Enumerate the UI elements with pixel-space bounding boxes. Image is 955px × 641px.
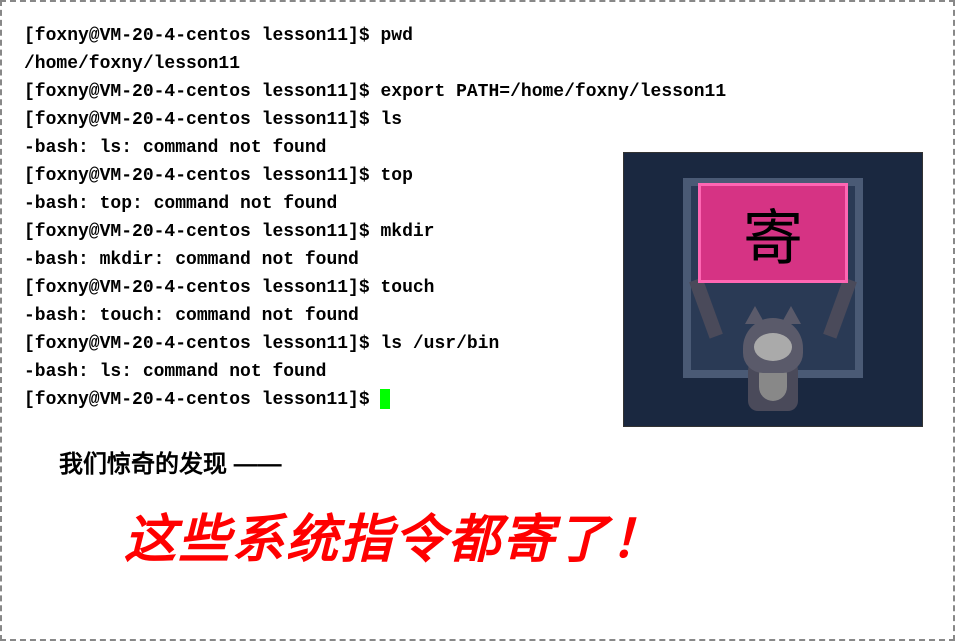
command: mkdir [380,222,434,242]
terminal-line: [foxny@VM-20-4-centos lesson11]$ pwd [24,22,931,50]
terminal-cursor[interactable] [380,389,390,409]
terminal-line: [foxny@VM-20-4-centos lesson11]$ ls [24,106,931,134]
output: -bash: touch: command not found [24,306,359,326]
command: ls [380,110,402,130]
commentary-line-1: 我们惊奇的发现 —— [59,444,931,479]
output: -bash: ls: command not found [24,138,326,158]
meme-image: 寄 [623,152,923,427]
output: -bash: mkdir: command not found [24,250,359,270]
output: -bash: top: command not found [24,194,337,214]
prompt: [foxny@VM-20-4-centos lesson11]$ [24,278,380,298]
prompt: [foxny@VM-20-4-centos lesson11]$ [24,334,380,354]
command: top [380,166,412,186]
cat-ear-left [745,306,765,324]
cat-face [754,333,792,361]
prompt: [foxny@VM-20-4-centos lesson11]$ [24,82,380,102]
meme-sign-text: 寄 [743,190,803,277]
cat-head [743,318,803,373]
terminal-line: [foxny@VM-20-4-centos lesson11]$ export … [24,78,931,106]
command: ls /usr/bin [380,334,499,354]
prompt: [foxny@VM-20-4-centos lesson11]$ [24,26,380,46]
cat-ear-right [781,306,801,324]
prompt: [foxny@VM-20-4-centos lesson11]$ [24,166,380,186]
output: -bash: ls: command not found [24,362,326,382]
command: export PATH=/home/foxny/lesson11 [380,82,726,102]
meme-sign: 寄 [698,183,848,283]
command: pwd [380,26,412,46]
prompt: [foxny@VM-20-4-centos lesson11]$ [24,390,380,410]
command: touch [380,278,434,298]
terminal-line: /home/foxny/lesson11 [24,50,931,78]
prompt: [foxny@VM-20-4-centos lesson11]$ [24,110,380,130]
output: /home/foxny/lesson11 [24,54,240,74]
prompt: [foxny@VM-20-4-centos lesson11]$ [24,222,380,242]
commentary-line-2: 这些系统指令都寄了！ [124,497,931,572]
